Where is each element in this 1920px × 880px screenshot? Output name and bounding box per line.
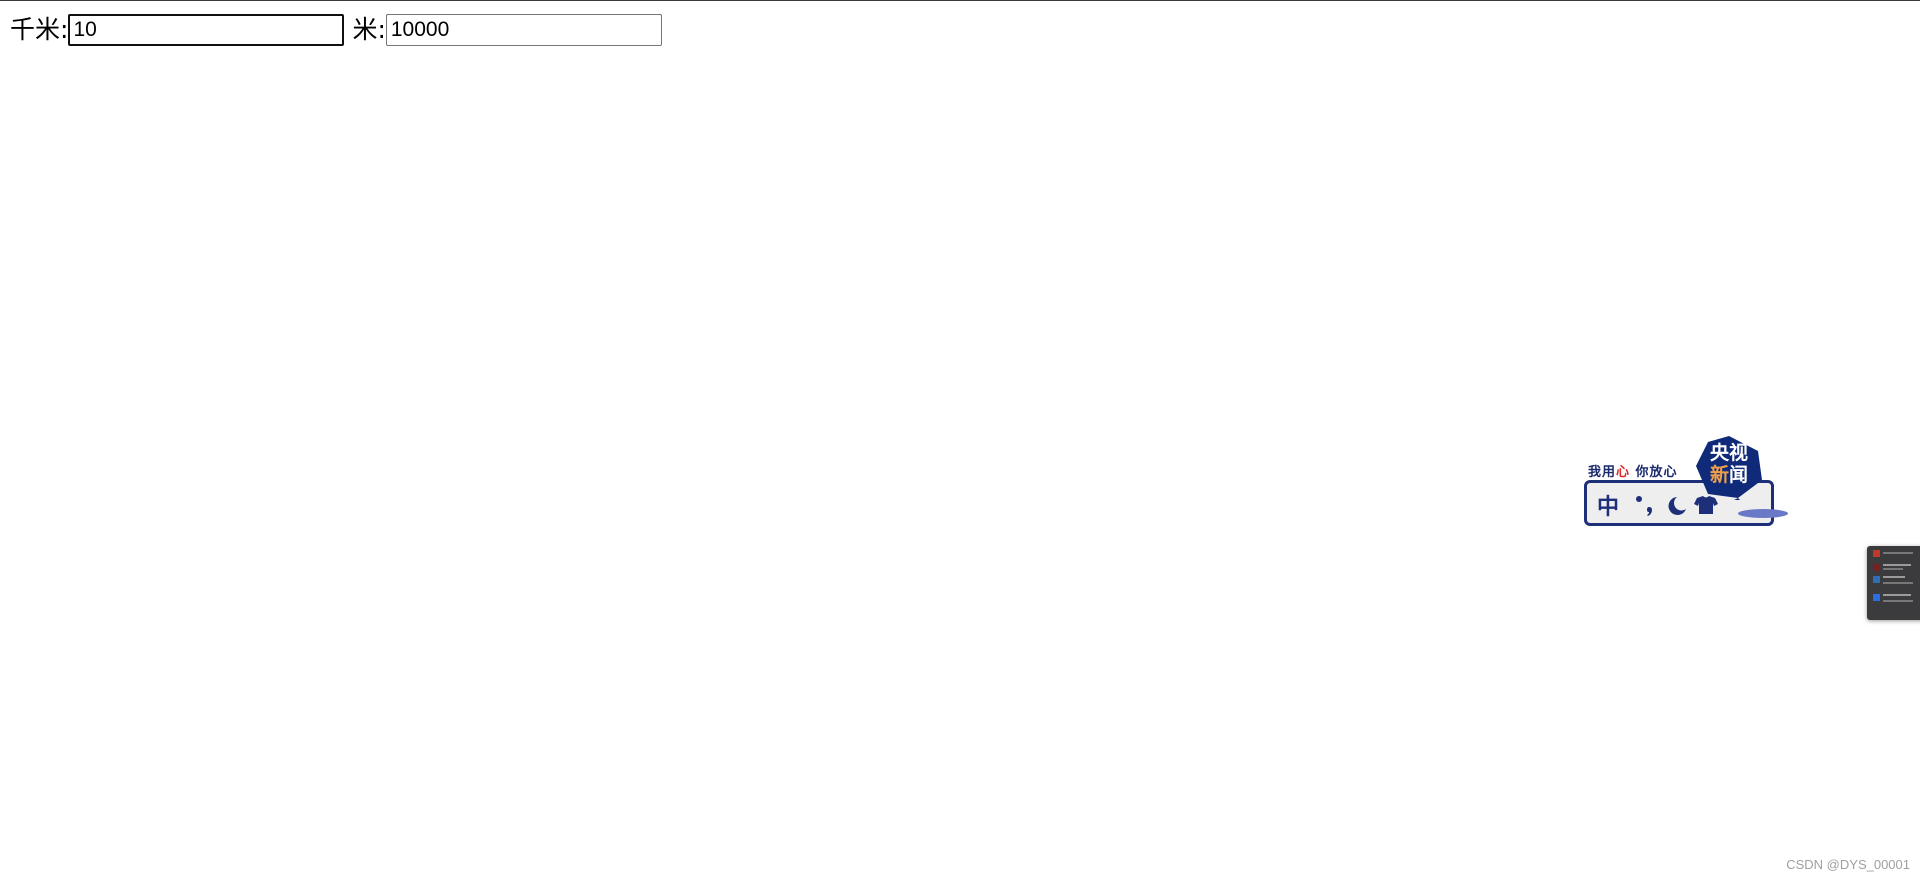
cctv-news-logo-text: 央视 新闻 — [1709, 442, 1749, 486]
top-border — [0, 0, 1920, 1]
ime-mode-indicator[interactable]: 中 — [1597, 489, 1623, 521]
ime-shadow — [1738, 509, 1788, 518]
punctuation-icon[interactable] — [1636, 496, 1652, 516]
unit-converter-form: 千米: 米: — [10, 14, 662, 46]
km-input[interactable] — [68, 14, 345, 46]
heart-char: 心 — [1616, 465, 1631, 480]
m-label: 米: — [352, 15, 386, 44]
ime-slogan: 我用心 你放心 — [1588, 465, 1678, 480]
watermark: CSDN @DYS_00001 — [1786, 857, 1910, 872]
m-input[interactable] — [385, 14, 662, 46]
taskbar-preview-panel[interactable] — [1867, 546, 1920, 620]
ime-status-widget[interactable]: 我用心 你放心 中 央视 新闻 — [1582, 434, 1788, 530]
km-label: 千米: — [10, 15, 69, 44]
moon-icon[interactable] — [1668, 497, 1686, 515]
panel-item-icon — [1873, 564, 1880, 571]
panel-item-icon — [1873, 576, 1880, 583]
panel-app-icon — [1873, 550, 1880, 557]
panel-item-icon — [1873, 594, 1880, 601]
